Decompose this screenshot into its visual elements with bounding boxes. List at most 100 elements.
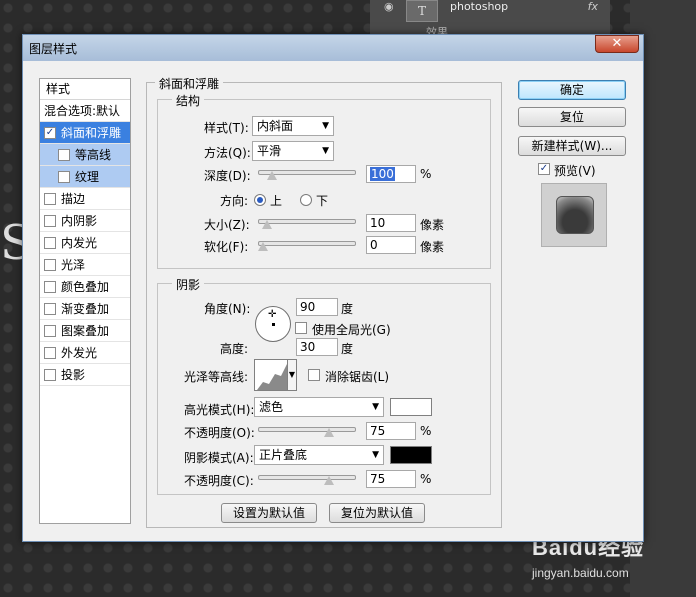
- depth-label: 深度(D):: [204, 169, 251, 183]
- style-checkbox[interactable]: [44, 324, 56, 337]
- style-list-item[interactable]: 描边: [40, 188, 130, 210]
- style-list-item-label: 内阴影: [61, 213, 98, 228]
- style-list-item[interactable]: 颜色叠加: [40, 276, 130, 298]
- shadow-color-swatch[interactable]: [390, 446, 432, 464]
- depth-input[interactable]: 100: [366, 165, 416, 183]
- altitude-value: 30: [300, 340, 316, 354]
- eye-icon[interactable]: ◉: [384, 0, 394, 13]
- style-list-item[interactable]: 图案叠加: [40, 320, 130, 342]
- size-slider[interactable]: [258, 219, 356, 224]
- style-list-item[interactable]: 外发光: [40, 342, 130, 364]
- highlight-opacity-slider[interactable]: [258, 427, 356, 432]
- reset-default-button[interactable]: 复位为默认值: [329, 503, 425, 523]
- new-style-button[interactable]: 新建样式(W)...: [518, 136, 626, 156]
- styles-list: 样式 混合选项:默认 ✓ 斜面和浮雕 等高线 纹理 描边内阴影内发光 光泽颜色叠加渐变叠加图…: [39, 78, 131, 524]
- shadow-opacity-unit: %: [420, 472, 432, 486]
- depth-unit: %: [420, 167, 432, 181]
- size-input[interactable]: 10: [366, 214, 416, 232]
- style-checkbox[interactable]: [44, 192, 56, 205]
- styles-list-header[interactable]: 样式: [40, 79, 130, 100]
- highlight-opacity-input[interactable]: 75: [366, 422, 416, 440]
- style-dropdown[interactable]: 内斜面 ▼: [252, 116, 334, 136]
- altitude-input[interactable]: 30: [296, 338, 338, 356]
- angle-dial-center: [272, 323, 275, 326]
- soften-input[interactable]: 0: [366, 236, 416, 254]
- style-checkbox[interactable]: [44, 214, 56, 227]
- soften-label: 软化(F):: [204, 240, 249, 254]
- method-label: 方法(Q):: [204, 146, 251, 160]
- direction-down-radio[interactable]: [300, 194, 312, 206]
- shadow-mode-dropdown[interactable]: 正片叠底 ▼: [254, 445, 384, 465]
- chevron-down-icon: ▼: [322, 121, 329, 131]
- type-layer-thumbnail[interactable]: T: [406, 0, 438, 22]
- direction-down-label[interactable]: 下: [316, 192, 328, 209]
- structure-title: 结构: [172, 92, 205, 109]
- style-checkbox[interactable]: [44, 302, 56, 315]
- shading-title: 阴影: [172, 276, 205, 293]
- style-checkbox[interactable]: [44, 280, 56, 293]
- highlight-color-swatch[interactable]: [390, 398, 432, 416]
- direction-up-label[interactable]: 上: [270, 192, 282, 209]
- shading-group: 阴影 角度(N): ✛ 90 度 使用全局光(G) 高度: 30 度 光泽等高线…: [157, 276, 491, 495]
- contour-dropdown-arrow[interactable]: ▼: [287, 359, 297, 391]
- style-list-item[interactable]: 光泽: [40, 254, 130, 276]
- highlight-opacity-label: 不透明度(O):: [184, 426, 255, 440]
- style-checkbox[interactable]: [44, 368, 56, 381]
- anti-alias-checkbox[interactable]: [308, 369, 320, 381]
- angle-input[interactable]: 90: [296, 298, 338, 316]
- style-list-item[interactable]: 内发光: [40, 232, 130, 254]
- style-list-item-label: 渐变叠加: [61, 301, 110, 316]
- style-checkbox[interactable]: [58, 148, 70, 161]
- reset-button[interactable]: 复位: [518, 107, 626, 127]
- soften-slider[interactable]: [258, 241, 356, 246]
- style-checkbox[interactable]: [44, 236, 56, 249]
- depth-value: 100: [370, 167, 395, 181]
- style-list-item[interactable]: 等高线: [40, 144, 130, 166]
- soften-unit: 像素: [420, 240, 445, 254]
- style-list-item[interactable]: 纹理: [40, 166, 130, 188]
- preview-label[interactable]: 预览(V): [554, 162, 596, 179]
- style-checkbox[interactable]: [44, 346, 56, 359]
- preview-checkbox[interactable]: ✓: [538, 163, 550, 175]
- highlight-opacity-slider-thumb[interactable]: [324, 428, 334, 437]
- global-light-label[interactable]: 使用全局光(G): [312, 321, 391, 338]
- contour-curve-icon: [257, 364, 287, 390]
- style-list-item[interactable]: 混合选项:默认: [40, 100, 130, 122]
- highlight-opacity-unit: %: [420, 424, 432, 438]
- altitude-unit: 度: [341, 342, 354, 356]
- method-value: 平滑: [257, 144, 282, 158]
- fx-icon[interactable]: fx: [588, 0, 598, 13]
- style-list-item-label: 颜色叠加: [61, 279, 110, 294]
- style-list-item-label: 投影: [61, 367, 86, 382]
- close-button[interactable]: ✕: [595, 35, 639, 53]
- angle-unit: 度: [341, 302, 354, 316]
- set-default-button[interactable]: 设置为默认值: [221, 503, 317, 523]
- highlight-mode-dropdown[interactable]: 滤色 ▼: [254, 397, 384, 417]
- style-checkbox[interactable]: [44, 258, 56, 271]
- gloss-contour-label: 光泽等高线:: [184, 370, 249, 384]
- ok-button[interactable]: 确定: [518, 80, 626, 100]
- style-list-item[interactable]: 渐变叠加: [40, 298, 130, 320]
- shadow-opacity-value: 75: [370, 472, 386, 486]
- style-list-item-label: 图案叠加: [61, 323, 110, 338]
- global-light-checkbox[interactable]: [295, 322, 307, 334]
- shadow-opacity-slider[interactable]: [258, 475, 356, 480]
- shadow-opacity-input[interactable]: 75: [366, 470, 416, 488]
- layer-name[interactable]: photoshop: [450, 0, 508, 13]
- style-checkbox[interactable]: ✓: [44, 126, 56, 139]
- shadow-mode-label: 阴影模式(A):: [184, 451, 254, 465]
- style-list-item[interactable]: 投影: [40, 364, 130, 386]
- direction-up-radio[interactable]: [254, 194, 266, 206]
- size-slider-thumb[interactable]: [262, 220, 273, 229]
- method-dropdown[interactable]: 平滑 ▼: [252, 141, 334, 161]
- style-checkbox[interactable]: [58, 170, 70, 183]
- anti-alias-label[interactable]: 消除锯齿(L): [325, 368, 389, 385]
- soften-slider-thumb[interactable]: [258, 242, 268, 251]
- dialog-titlebar[interactable]: 图层样式 ✕: [23, 35, 643, 61]
- angle-dial[interactable]: ✛: [255, 306, 291, 342]
- depth-slider-thumb[interactable]: [266, 171, 277, 180]
- gloss-contour-picker[interactable]: [254, 359, 288, 391]
- style-list-item[interactable]: ✓ 斜面和浮雕: [40, 122, 130, 144]
- style-list-item[interactable]: 内阴影: [40, 210, 130, 232]
- shadow-opacity-slider-thumb[interactable]: [324, 476, 334, 485]
